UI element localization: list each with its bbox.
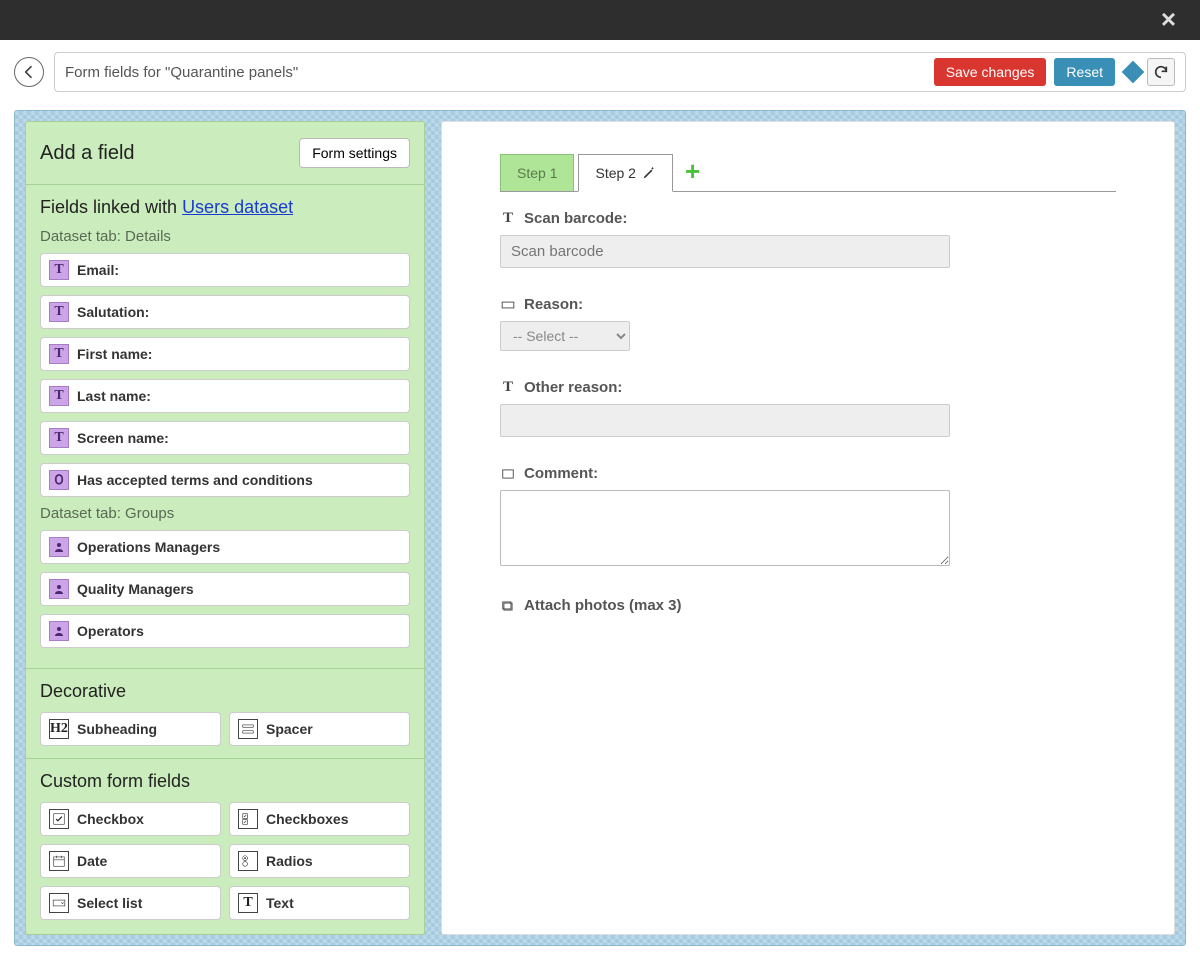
field-terms[interactable]: Has accepted terms and conditions bbox=[40, 463, 410, 497]
field-radios[interactable]: Radios bbox=[229, 844, 410, 878]
field-email[interactable]: TEmail: bbox=[40, 253, 410, 287]
field-label: Attach photos (max 3) bbox=[500, 597, 1116, 614]
tab-label: Step 1 bbox=[517, 165, 557, 181]
tab-step-2[interactable]: Step 2 bbox=[578, 154, 672, 192]
field-salutation[interactable]: TSalutation: bbox=[40, 295, 410, 329]
field-attach-photos: Attach photos (max 3) bbox=[500, 597, 1116, 614]
photos-icon bbox=[500, 598, 516, 614]
text-icon: T bbox=[500, 211, 516, 227]
refresh-icon bbox=[1153, 64, 1169, 80]
org-logo-icon[interactable] bbox=[1122, 61, 1145, 84]
text-icon: T bbox=[49, 302, 69, 322]
arrow-left-icon bbox=[21, 64, 37, 80]
field-checkbox[interactable]: Checkbox bbox=[40, 802, 221, 836]
left-panel: Add a field Form settings Fields linked … bbox=[25, 121, 425, 935]
text-icon: T bbox=[49, 428, 69, 448]
fingerprint-icon bbox=[49, 470, 69, 490]
comment-textarea[interactable] bbox=[500, 490, 950, 566]
left-scroll[interactable]: Add a field Form settings Fields linked … bbox=[26, 122, 424, 934]
save-button[interactable]: Save changes bbox=[934, 58, 1047, 86]
field-scan-barcode: T Scan barcode: bbox=[500, 210, 1116, 268]
checkboxes-icon bbox=[238, 809, 258, 829]
field-spacer[interactable]: Spacer bbox=[229, 712, 410, 746]
textarea-icon bbox=[500, 466, 516, 482]
linked-fields-section: Fields linked with Users dataset Dataset… bbox=[26, 185, 424, 669]
calendar-icon bbox=[49, 851, 69, 871]
add-field-title: Add a field bbox=[40, 142, 135, 165]
field-label: T Scan barcode: bbox=[500, 210, 1116, 227]
decorative-section: Decorative H2Subheading Spacer bbox=[26, 669, 424, 759]
text-icon: T bbox=[49, 260, 69, 280]
spacer-icon bbox=[238, 719, 258, 739]
header-toolbar: Form fields for "Quarantine panels" Save… bbox=[0, 40, 1200, 104]
select-icon bbox=[49, 893, 69, 913]
field-other-reason: T Other reason: bbox=[500, 379, 1116, 437]
form-settings-button[interactable]: Form settings bbox=[299, 138, 410, 168]
field-first-name[interactable]: TFirst name: bbox=[40, 337, 410, 371]
reset-button[interactable]: Reset bbox=[1054, 58, 1115, 86]
field-text[interactable]: TText bbox=[229, 886, 410, 920]
groups-fields-list: Operations Managers Quality Managers Ope… bbox=[40, 530, 410, 648]
add-tab-button[interactable]: + bbox=[677, 156, 706, 191]
field-last-name[interactable]: TLast name: bbox=[40, 379, 410, 413]
checkbox-icon bbox=[49, 809, 69, 829]
linked-prefix: Fields linked with bbox=[40, 197, 182, 217]
text-icon: T bbox=[238, 893, 258, 913]
tabs-row: Step 1 Step 2 + bbox=[500, 154, 1116, 192]
canvas: Add a field Form settings Fields linked … bbox=[14, 110, 1186, 946]
field-subheading[interactable]: H2Subheading bbox=[40, 712, 221, 746]
field-checkboxes[interactable]: Checkboxes bbox=[229, 802, 410, 836]
h2-icon: H2 bbox=[49, 719, 69, 739]
refresh-button[interactable] bbox=[1147, 58, 1175, 86]
close-icon[interactable]: × bbox=[1161, 6, 1176, 32]
person-icon bbox=[49, 537, 69, 557]
field-select-list[interactable]: Select list bbox=[40, 886, 221, 920]
dataset-link[interactable]: Users dataset bbox=[182, 197, 293, 217]
add-field-header: Add a field Form settings bbox=[26, 122, 424, 185]
pencil-icon bbox=[642, 166, 656, 180]
field-label: Comment: bbox=[500, 465, 1116, 482]
person-icon bbox=[49, 621, 69, 641]
text-icon: T bbox=[500, 380, 516, 396]
text-icon: T bbox=[49, 386, 69, 406]
field-label: Reason: bbox=[500, 296, 1116, 313]
field-reason: Reason: -- Select -- bbox=[500, 296, 1116, 351]
custom-fields-section: Custom form fields Checkbox Checkboxes D… bbox=[26, 759, 424, 932]
decorative-title: Decorative bbox=[40, 681, 410, 702]
header-box: Form fields for "Quarantine panels" Save… bbox=[54, 52, 1186, 92]
field-screen-name[interactable]: TScreen name: bbox=[40, 421, 410, 455]
linked-fields-title: Fields linked with Users dataset bbox=[40, 197, 410, 218]
back-button[interactable] bbox=[14, 57, 44, 87]
scan-barcode-input[interactable] bbox=[500, 235, 950, 268]
custom-fields-title: Custom form fields bbox=[40, 771, 410, 792]
field-label: T Other reason: bbox=[500, 379, 1116, 396]
text-icon: T bbox=[49, 344, 69, 364]
radios-icon bbox=[238, 851, 258, 871]
details-fields-list: TEmail: TSalutation: TFirst name: TLast … bbox=[40, 253, 410, 497]
select-icon bbox=[500, 297, 516, 313]
field-date[interactable]: Date bbox=[40, 844, 221, 878]
field-ops-managers[interactable]: Operations Managers bbox=[40, 530, 410, 564]
form-preview-panel: Step 1 Step 2 + T Scan barcode: Reason: … bbox=[441, 121, 1175, 935]
other-reason-input[interactable] bbox=[500, 404, 950, 437]
tab-step-1[interactable]: Step 1 bbox=[500, 154, 574, 191]
details-tab-label: Dataset tab: Details bbox=[40, 228, 410, 245]
field-quality-managers[interactable]: Quality Managers bbox=[40, 572, 410, 606]
page-title: Form fields for "Quarantine panels" bbox=[65, 64, 934, 81]
field-operators[interactable]: Operators bbox=[40, 614, 410, 648]
reason-select[interactable]: -- Select -- bbox=[500, 321, 630, 351]
groups-tab-label: Dataset tab: Groups bbox=[40, 505, 410, 522]
title-bar: × bbox=[0, 0, 1200, 40]
person-icon bbox=[49, 579, 69, 599]
field-comment: Comment: bbox=[500, 465, 1116, 569]
tab-label: Step 2 bbox=[595, 165, 635, 181]
